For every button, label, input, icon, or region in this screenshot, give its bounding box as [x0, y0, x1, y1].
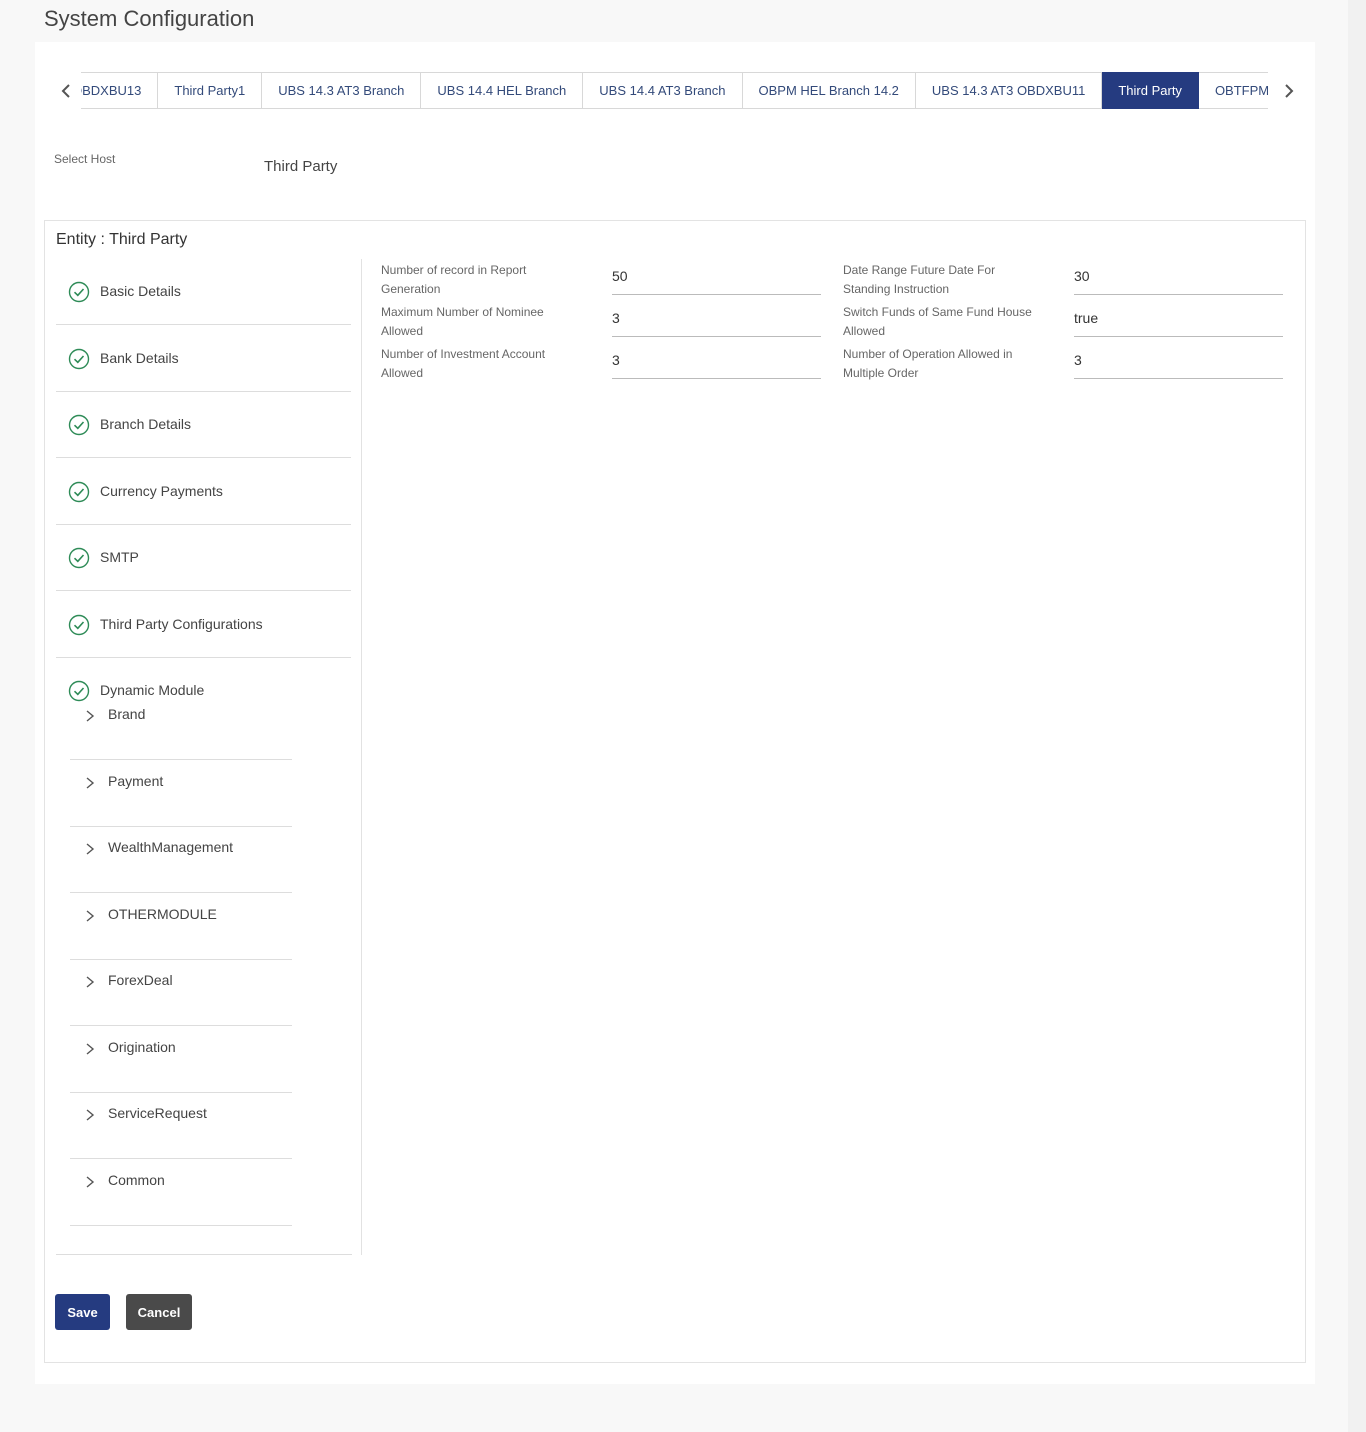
chevron-left-icon: [61, 84, 70, 98]
check-circle-icon: [68, 414, 90, 436]
tab-ubs-14-4-at3-branch[interactable]: UBS 14.4 AT3 Branch: [583, 72, 743, 109]
sub-item-wealthmanagement[interactable]: WealthManagement: [70, 827, 292, 893]
check-circle-icon: [68, 481, 90, 503]
chevron-right-icon: [84, 1174, 96, 1190]
chevron-right-icon: [84, 1041, 96, 1057]
sub-item-label: Brand: [108, 706, 146, 722]
field-label: Number of record in Report Generation: [381, 263, 527, 296]
config-field: Switch Funds of Same Fund House Allowed t…: [843, 301, 1284, 343]
chevron-right-icon: [84, 974, 96, 990]
tab-third-party[interactable]: Third Party: [1102, 72, 1199, 109]
sub-item-servicerequest[interactable]: ServiceRequest: [70, 1093, 292, 1159]
sub-item-label: ServiceRequest: [108, 1105, 207, 1121]
tab-third-party1[interactable]: Third Party1: [158, 72, 263, 109]
nav-item-label: Branch Details: [100, 416, 192, 432]
sub-item-payment[interactable]: Payment: [70, 761, 292, 827]
page-scrollbar[interactable]: [1348, 0, 1366, 1432]
sub-item-label: Common: [108, 1171, 165, 1188]
field-label: Number of Investment Account Allowed: [381, 347, 546, 380]
config-sections-nav: Basic Details Bank Details Branch Details C…: [56, 259, 352, 1255]
check-circle-icon: [68, 547, 90, 569]
tabs-list: OBDXBU13Third Party1UBS 14.3 AT3 BranchU…: [81, 72, 1268, 109]
sub-item-common[interactable]: Common: [70, 1160, 292, 1226]
config-field: Number of Operation Allowed in Multiple …: [843, 343, 1284, 385]
tab-obdxbu13[interactable]: OBDXBU13: [81, 72, 159, 109]
field-label: Maximum Number of Nominee Allowed: [381, 305, 544, 338]
nav-item-basic-details[interactable]: Basic Details: [56, 259, 351, 325]
tabs-prev-button[interactable]: [55, 72, 77, 110]
tabs-viewport: OBDXBU13Third Party1UBS 14.3 AT3 BranchU…: [81, 72, 1268, 110]
entity-card: Entity : Third Party Basic Details Bank D…: [44, 220, 1306, 1363]
nav-item-third-party-configurations[interactable]: Third Party Configurations: [56, 592, 351, 658]
tab-ubs-14-4-hel-branch[interactable]: UBS 14.4 HEL Branch: [421, 72, 584, 109]
nav-item-branch-details[interactable]: Branch Details: [56, 392, 351, 458]
chevron-right-icon: [84, 1107, 96, 1123]
check-circle-icon: [68, 281, 90, 303]
tab-obtfpm-14-3[interactable]: OBTFPM 14.3: [1198, 72, 1268, 109]
sub-item-othermodule[interactable]: OTHERMODULE: [70, 894, 292, 960]
page-title: System Configuration: [44, 6, 255, 31]
nav-item-label: Basic Details: [100, 283, 181, 299]
chevron-right-icon: [84, 775, 96, 791]
sub-item-forexdeal[interactable]: ForexDeal: [70, 960, 292, 1026]
sub-item-label: OTHERMODULE: [108, 905, 217, 922]
sub-item-label: Origination: [108, 1038, 176, 1055]
select-host-value: Third Party: [264, 158, 338, 175]
nav-item-label: Third Party Configurations: [100, 615, 263, 632]
chevron-right-icon: [84, 908, 96, 924]
save-button[interactable]: Save: [55, 1294, 110, 1330]
sub-item-brand[interactable]: Brand: [70, 694, 292, 760]
nav-item-currency-payments[interactable]: Currency Payments: [56, 459, 351, 525]
field-value: 3: [612, 301, 821, 337]
nav-item-smtp[interactable]: SMTP: [56, 525, 351, 591]
sub-item-label: ForexDeal: [108, 972, 173, 988]
cancel-button[interactable]: Cancel: [126, 1294, 192, 1330]
tab-ubs-14-3-at3-branch[interactable]: UBS 14.3 AT3 Branch: [262, 72, 422, 109]
nav-item-label: SMTP: [100, 549, 139, 565]
chevron-right-icon: [1285, 84, 1294, 98]
config-field: Number of Investment Account Allowed 3: [381, 343, 822, 385]
field-label: Switch Funds of Same Fund House Allowed: [843, 305, 1032, 338]
field-value: true: [1074, 301, 1283, 337]
sub-item-origination[interactable]: Origination: [70, 1027, 292, 1093]
chevron-right-icon: [84, 841, 96, 857]
tab-ubs-14-3-at3-obdxbu11[interactable]: UBS 14.3 AT3 OBDXBU11: [915, 72, 1103, 109]
entity-title: Entity : Third Party: [56, 231, 188, 248]
field-value: 30: [1074, 259, 1283, 295]
nav-item-bank-details[interactable]: Bank Details: [56, 326, 351, 392]
field-value: 50: [612, 259, 821, 295]
nav-item-label: Bank Details: [100, 349, 179, 366]
sub-item-label: Payment: [108, 772, 164, 789]
tab-obpm-hel-branch-14-2[interactable]: OBPM HEL Branch 14.2: [742, 72, 916, 109]
config-field: Number of record in Report Generation 50: [381, 259, 822, 301]
config-field: Maximum Number of Nominee Allowed 3: [381, 301, 822, 343]
sub-item-label: WealthManagement: [108, 839, 234, 855]
nav-item-label: Currency Payments: [100, 482, 223, 499]
field-label: Date Range Future Date For Standing Inst…: [843, 263, 996, 296]
config-field: Date Range Future Date For Standing Inst…: [843, 259, 1284, 301]
field-value: 3: [1074, 343, 1283, 379]
check-circle-icon: [68, 614, 90, 636]
divider: [361, 259, 362, 1255]
check-circle-icon: [68, 348, 90, 370]
host-tabs: OBDXBU13Third Party1UBS 14.3 AT3 BranchU…: [55, 72, 1300, 110]
field-value: 3: [612, 343, 821, 379]
tabs-next-button[interactable]: [1278, 72, 1300, 110]
config-panel: OBDXBU13Third Party1UBS 14.3 AT3 BranchU…: [35, 42, 1315, 1384]
select-host-label: Select Host: [54, 152, 116, 166]
chevron-right-icon: [84, 708, 96, 724]
field-label: Number of Operation Allowed in Multiple …: [843, 347, 1013, 380]
